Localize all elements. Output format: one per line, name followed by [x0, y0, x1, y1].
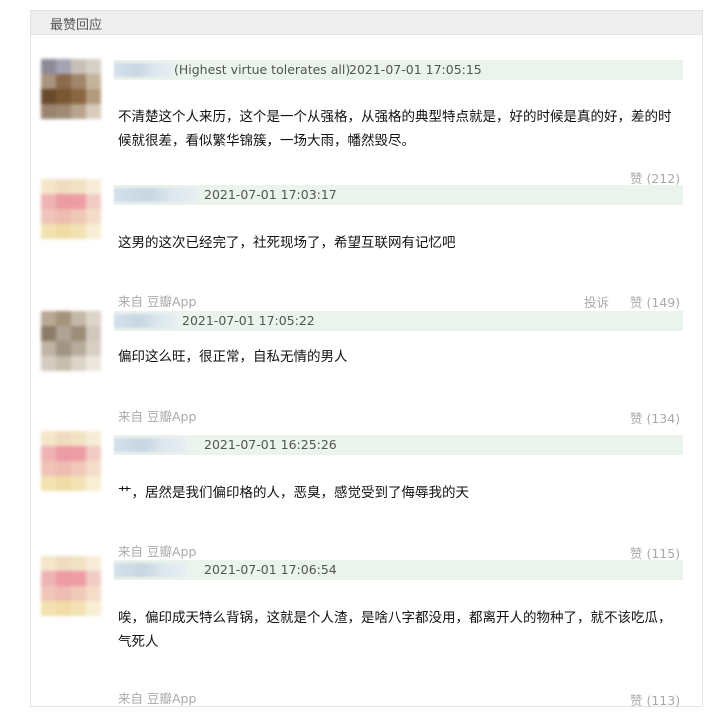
username-link[interactable]	[114, 63, 172, 77]
comment-source: 来自 豆瓣App	[118, 544, 197, 559]
comment-text: 不清楚这个人来历，这个是一个从强格，从强格的典型特点就是，好的时候是真的好，差的…	[118, 109, 672, 149]
comment-time: 2021-07-01 17:03:17	[204, 187, 337, 202]
comment-text: 偏印这么旺，很正常，自私无情的男人	[118, 349, 348, 365]
like-button[interactable]: 赞 (149)	[630, 292, 680, 311]
comment-text: 这男的这次已经完了，社死现场了，希望互联网有记忆吧	[118, 235, 456, 251]
username-link[interactable]	[114, 438, 186, 452]
report-link[interactable]: 投诉	[584, 292, 609, 311]
comment-time: 2021-07-01 17:06:54	[204, 562, 337, 577]
comment-source: 来自 豆瓣App	[118, 409, 197, 424]
like-button[interactable]: 赞 (134)	[630, 408, 680, 427]
panel-title: 最赞回应	[50, 18, 103, 33]
top-comments-panel: 最赞回应 (Highest virtue tolerates all) 2021…	[30, 10, 703, 709]
user-avatar[interactable]	[41, 59, 101, 119]
user-avatar[interactable]	[41, 311, 101, 371]
user-avatar[interactable]	[41, 556, 101, 616]
like-button[interactable]: 赞 (113)	[630, 690, 680, 709]
comment-meta: 2021-07-01 17:05:22	[114, 311, 683, 331]
panel-header: 最赞回应	[31, 11, 702, 35]
comment-text: 艹，居然是我们偏印格的人，恶臭，感觉受到了侮辱我的天	[118, 485, 469, 501]
comment-meta: (Highest virtue tolerates all) 2021-07-0…	[114, 60, 683, 80]
user-avatar[interactable]	[41, 179, 101, 239]
comment-time: 2021-07-01 17:05:22	[182, 313, 315, 328]
comment-time: 2021-07-01 17:05:15	[349, 62, 482, 77]
comment-source: 来自 豆瓣App	[118, 691, 197, 706]
comment-source: 来自 豆瓣App	[118, 294, 197, 309]
comment-meta: 2021-07-01 17:03:17	[114, 185, 683, 205]
comment-text: 唉，偏印成天特么背锅，这就是个人渣，是啥八字都没用，都离开人的物种了，就不该吃瓜…	[118, 610, 672, 650]
comment-meta: 2021-07-01 16:25:26	[114, 435, 683, 455]
username-note: (Highest virtue tolerates all)	[174, 62, 351, 77]
comment-time: 2021-07-01 16:25:26	[204, 437, 337, 452]
username-link[interactable]	[114, 563, 186, 577]
comment-meta: 2021-07-01 17:06:54	[114, 560, 683, 580]
user-avatar[interactable]	[41, 431, 101, 491]
username-link[interactable]	[114, 314, 178, 328]
username-link[interactable]	[114, 188, 198, 202]
